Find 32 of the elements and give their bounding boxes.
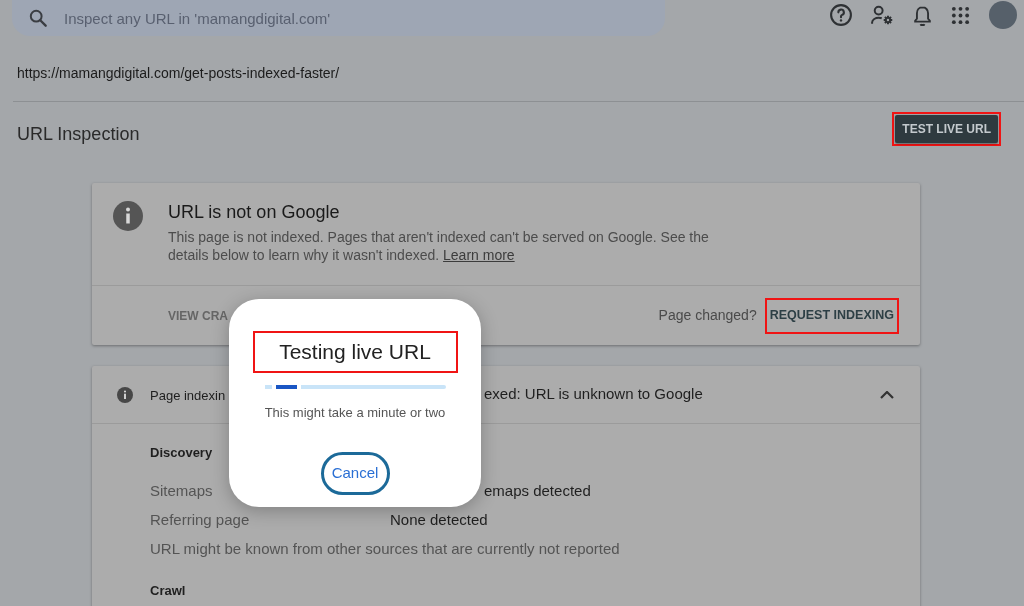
notifications-icon[interactable]: [913, 4, 932, 26]
dialog-title: Testing live URL: [279, 339, 431, 365]
page-title: URL Inspection: [17, 123, 140, 146]
description-text: This page is not indexed. Pages that aren't indexed can't be served on Google. See the details below to learn why it wasn't indexed. Learn more: [168, 228, 710, 264]
search-input[interactable]: Inspect any URL in 'mamangdigital.com': [64, 3, 665, 33]
field-label: Sitemaps: [150, 481, 213, 499]
help-icon[interactable]: [830, 4, 852, 26]
info-icon: [117, 386, 133, 403]
view-crawl-button[interactable]: VIEW CRA: [168, 306, 228, 325]
status-text: exed: URL is unknown to Google: [484, 384, 703, 405]
field-value: emaps detected: [484, 481, 591, 500]
field-label: Referring page: [150, 510, 250, 528]
card-title: URL is not on Google: [168, 201, 340, 224]
url-text: https://mamangdigital.com/get-posts-indexed-faster/: [17, 64, 340, 82]
search-icon[interactable]: [29, 9, 47, 27]
section-label: Page indexin: [150, 387, 226, 403]
prompt-text: Page changed?: [658, 306, 757, 325]
test-live-url-button[interactable]: TEST LIVE URL: [895, 115, 998, 143]
chevron-icon[interactable]: [880, 390, 894, 399]
avatar[interactable]: [989, 1, 1017, 29]
user-settings-icon[interactable]: [871, 5, 894, 25]
request-indexing-button[interactable]: REQUEST INDEXING: [767, 301, 896, 330]
apps-grid-icon[interactable]: [951, 5, 970, 25]
learn-more-link[interactable]: Learn more: [443, 247, 515, 263]
section-heading: Crawl: [150, 582, 186, 600]
note-text: URL might be known from other sources that are currently not reported: [150, 539, 620, 558]
section-heading: Discovery: [150, 444, 213, 462]
dialog-message: This might take a minute or two: [264, 405, 446, 421]
search-field[interactable]: Inspect any URL in 'mamangdigital.com': [12, 0, 665, 36]
field-value: None detected: [390, 510, 488, 529]
cancel-button[interactable]: Cancel: [320, 452, 390, 495]
info-icon: [113, 201, 143, 231]
